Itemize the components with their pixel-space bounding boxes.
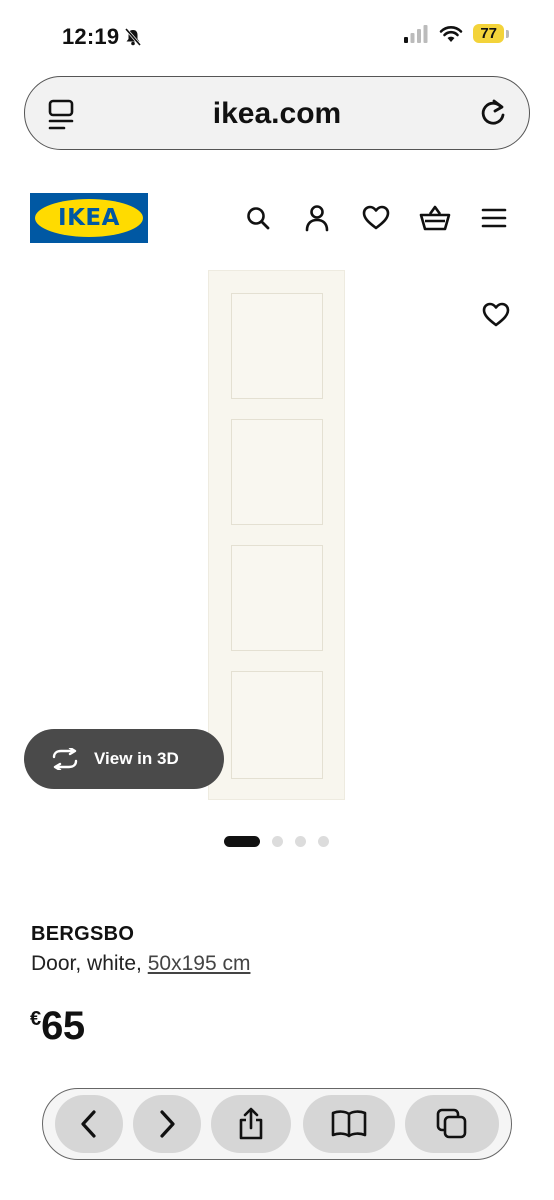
reload-icon[interactable] <box>477 97 509 134</box>
battery-indicator: 77 <box>473 24 509 43</box>
chevron-left-icon <box>81 1110 96 1138</box>
product-description: Door, white, 50x195 cm <box>31 952 250 976</box>
view-in-3d-label: View in 3D <box>94 749 179 768</box>
product-price: € 65 <box>30 1004 85 1049</box>
account-icon[interactable] <box>301 202 333 234</box>
add-to-favourites-icon[interactable] <box>482 302 510 333</box>
product-description-text: Door, white, <box>31 952 148 975</box>
product-name: BERGSBO <box>31 923 135 945</box>
door-panel <box>231 671 323 779</box>
status-icons: 77 <box>403 24 509 43</box>
share-button[interactable] <box>211 1095 291 1153</box>
wifi-icon <box>440 25 463 42</box>
menu-icon[interactable] <box>478 202 510 234</box>
basket-icon[interactable] <box>419 202 451 234</box>
tabs-button[interactable] <box>405 1095 499 1153</box>
carousel-dot-active[interactable] <box>224 836 260 847</box>
signal-icon <box>404 24 428 43</box>
bookmarks-button[interactable] <box>303 1095 395 1153</box>
logo-oval: IKEA <box>35 199 143 237</box>
logo-text: IKEA <box>58 205 120 231</box>
chevron-right-icon <box>160 1110 175 1138</box>
forward-button[interactable] <box>133 1095 201 1153</box>
ikea-logo[interactable]: IKEA <box>30 193 148 243</box>
price-amount: 65 <box>41 1004 85 1048</box>
carousel-dot[interactable] <box>318 836 329 847</box>
url-bar[interactable]: ikea.com <box>24 76 530 150</box>
carousel-dot[interactable] <box>272 836 283 847</box>
product-size-link[interactable]: 50x195 cm <box>148 952 251 975</box>
product-image[interactable] <box>208 270 345 800</box>
door-panel <box>231 293 323 399</box>
price-currency: € <box>30 1008 42 1030</box>
rotate-3d-icon <box>52 748 78 770</box>
door-panel <box>231 419 323 525</box>
carousel-dots <box>224 836 329 847</box>
heart-icon[interactable] <box>360 202 392 234</box>
silent-bell-icon <box>125 28 142 46</box>
carousel-dot[interactable] <box>295 836 306 847</box>
browser-toolbar <box>42 1088 512 1160</box>
status-time: 12:19 <box>62 24 143 50</box>
tabs-icon <box>436 1108 467 1139</box>
time-text: 12:19 <box>62 24 120 49</box>
url-text[interactable]: ikea.com <box>25 97 529 131</box>
book-icon <box>331 1110 367 1138</box>
view-in-3d-button[interactable]: View in 3D <box>24 729 224 789</box>
back-button[interactable] <box>55 1095 123 1153</box>
door-panel <box>231 545 323 651</box>
share-icon <box>239 1107 263 1140</box>
search-icon[interactable] <box>242 202 274 234</box>
